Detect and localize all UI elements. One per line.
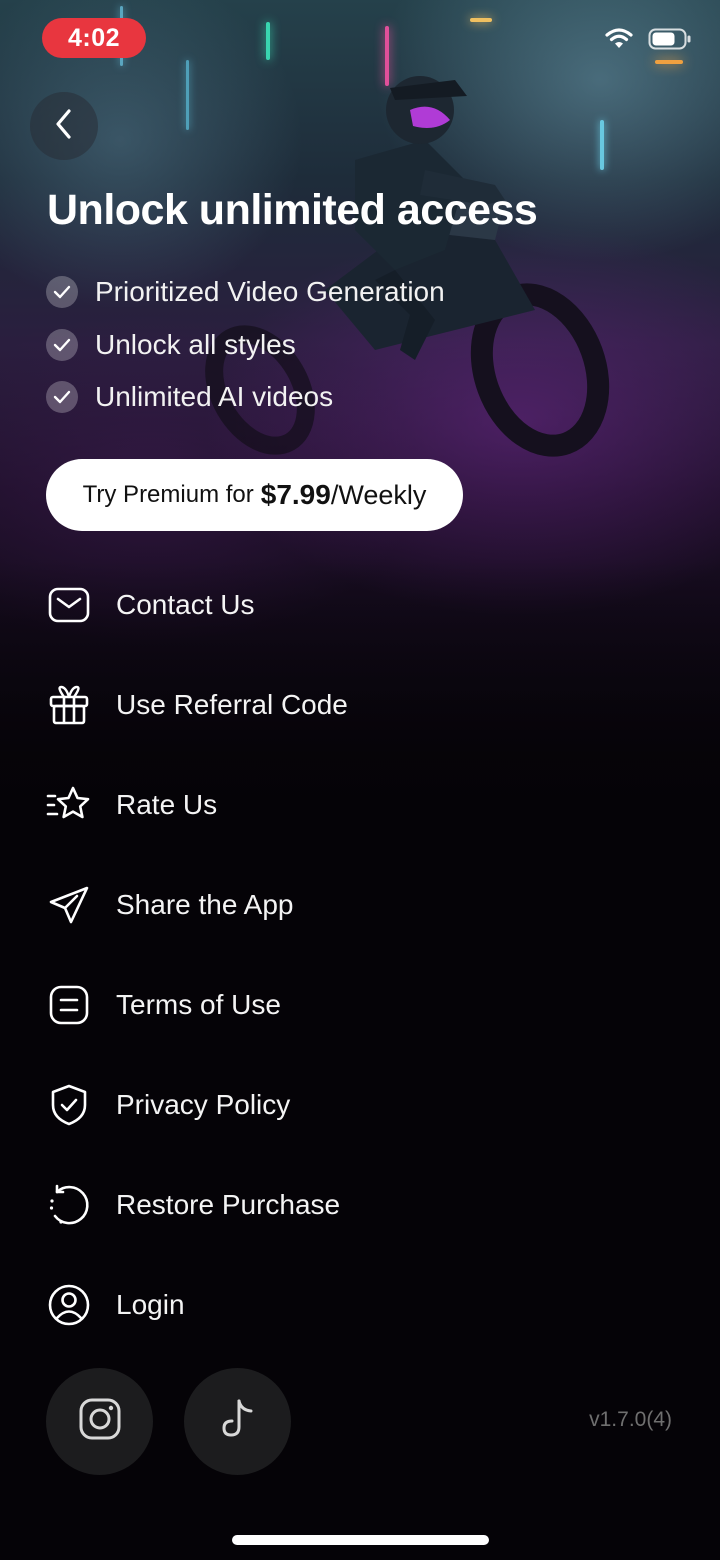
menu-item-referral-code[interactable]: Use Referral Code (46, 655, 646, 755)
menu-label: Use Referral Code (116, 689, 348, 720)
menu-item-login[interactable]: Login (46, 1255, 646, 1355)
menu-label: Restore Purchase (116, 1189, 341, 1220)
star-icon (46, 782, 92, 828)
shield-check-icon (46, 1082, 92, 1128)
menu-item-share-app[interactable]: Share the App (46, 855, 646, 955)
page-title: Unlock unlimited access (47, 186, 538, 234)
menu-label: Rate Us (116, 789, 218, 820)
instagram-icon (78, 1397, 122, 1446)
menu-label: Login (116, 1289, 185, 1320)
menu-label: Privacy Policy (116, 1089, 291, 1120)
tiktok-button[interactable] (184, 1368, 291, 1475)
home-indicator[interactable] (232, 1535, 489, 1545)
feature-item: Prioritized Video Generation (46, 266, 445, 319)
chevron-left-icon (53, 108, 75, 145)
settings-menu: Contact Us Use Referral Code Rate Us Sha… (46, 555, 646, 1355)
gift-icon (46, 682, 92, 728)
check-circle-icon (46, 328, 78, 361)
back-button[interactable] (30, 92, 98, 160)
menu-item-contact-us[interactable]: Contact Us (46, 555, 646, 655)
try-premium-button[interactable]: Try Premium for $7.99 /Weekly (46, 459, 463, 531)
menu-label: Contact Us (116, 589, 255, 620)
feature-item: Unlock all styles (46, 319, 445, 372)
check-circle-icon (46, 276, 78, 309)
battery-icon (648, 28, 692, 55)
status-time: 4:02 (42, 18, 146, 58)
feature-item: Unlimited AI videos (46, 371, 445, 424)
menu-label: Share the App (116, 889, 294, 920)
menu-item-rate-us[interactable]: Rate Us (46, 755, 646, 855)
menu-item-privacy-policy[interactable]: Privacy Policy (46, 1055, 646, 1155)
app-version: v1.7.0(4) (589, 1408, 672, 1431)
menu-item-restore-purchase[interactable]: Restore Purchase (46, 1155, 646, 1255)
send-icon (46, 882, 92, 928)
feature-list: Prioritized Video Generation Unlock all … (46, 266, 445, 424)
menu-item-terms-of-use[interactable]: Terms of Use (46, 955, 646, 1055)
instagram-button[interactable] (46, 1368, 153, 1475)
tiktok-icon (218, 1397, 258, 1446)
feature-label: Unlimited AI videos (95, 381, 334, 413)
document-icon (46, 982, 92, 1028)
feature-label: Unlock all styles (95, 328, 296, 360)
feature-label: Prioritized Video Generation (95, 276, 445, 308)
restore-icon (46, 1182, 92, 1228)
settings-screen: 4:02 Unlock unlimited access Prioritized… (0, 0, 720, 1560)
premium-period: /Weekly (330, 479, 427, 510)
premium-prefix: Try Premium for (82, 481, 254, 508)
check-circle-icon (46, 381, 78, 414)
status-icons (604, 28, 692, 55)
wifi-icon (604, 28, 634, 55)
premium-price: $7.99 (260, 479, 331, 510)
mail-icon (46, 582, 92, 628)
user-circle-icon (46, 1282, 92, 1328)
menu-label: Terms of Use (116, 989, 281, 1020)
